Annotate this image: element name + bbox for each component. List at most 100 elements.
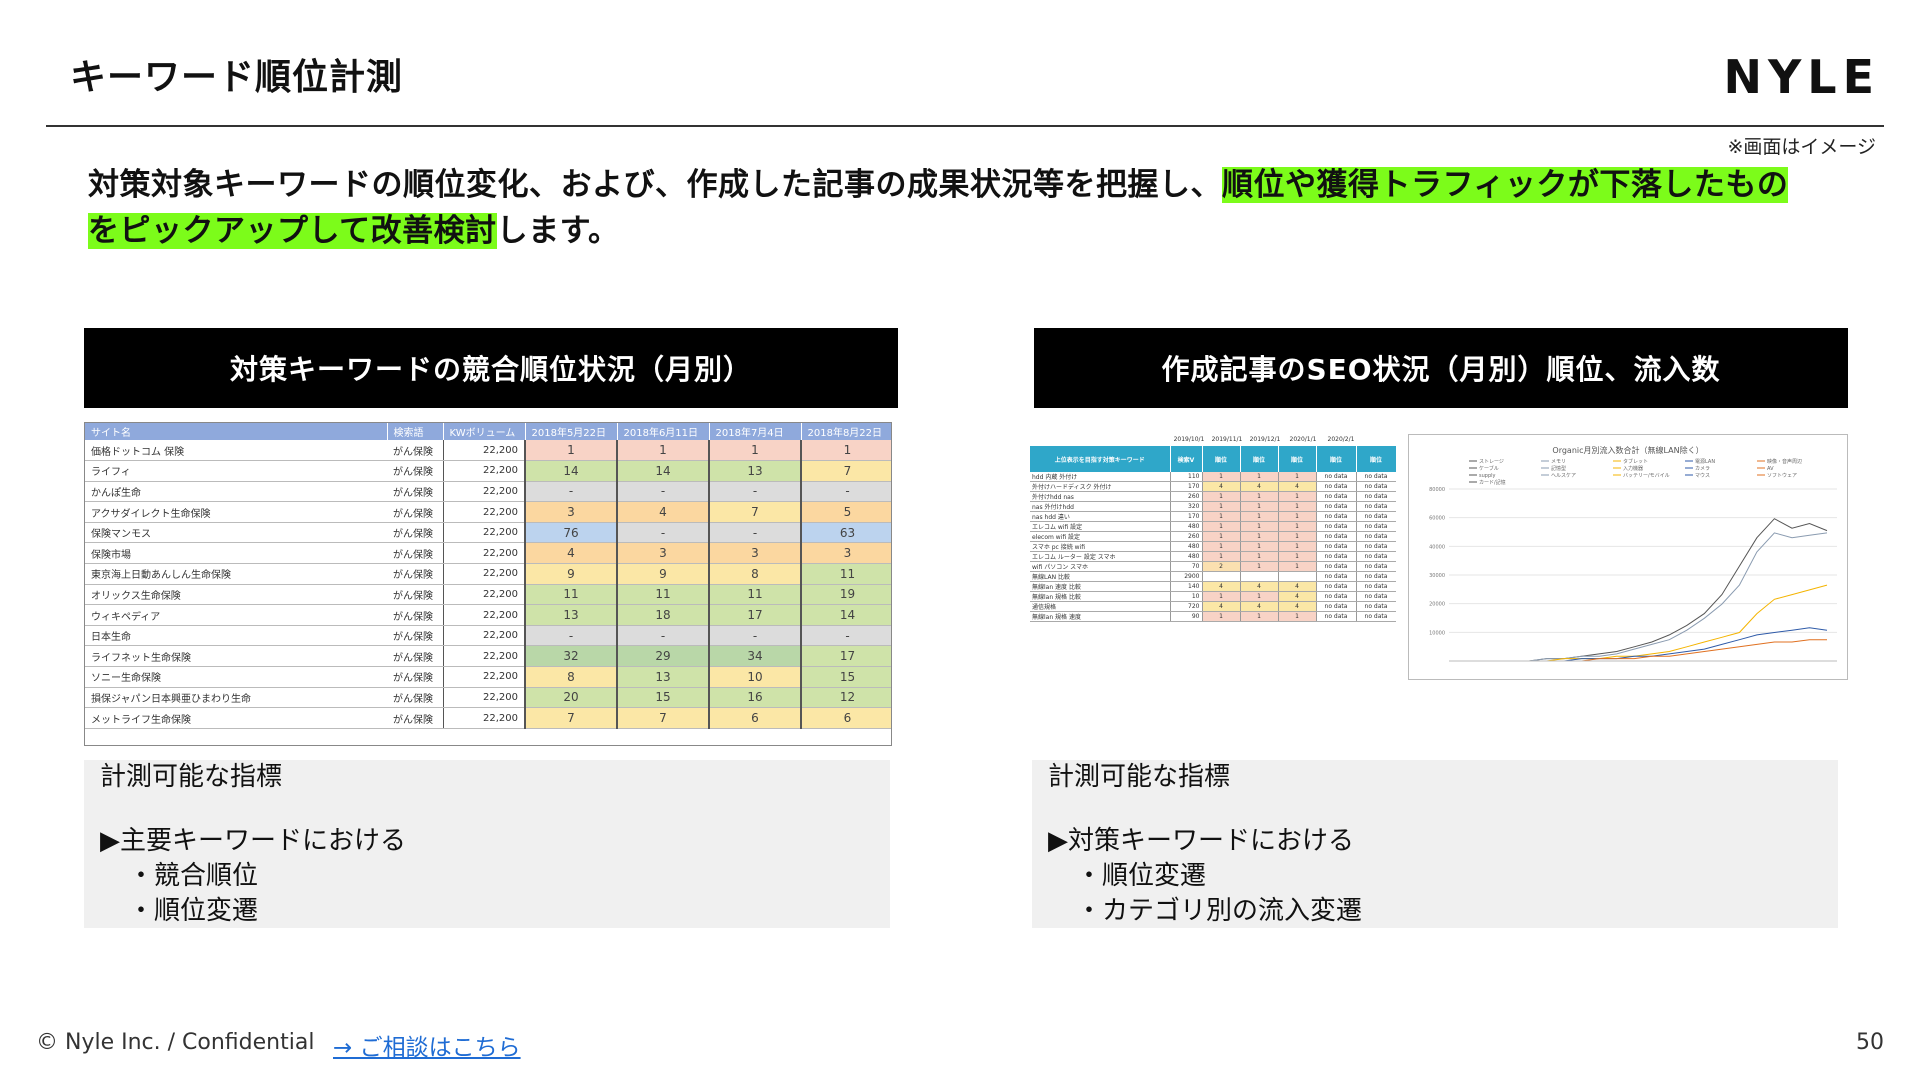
mini-cell: 1 xyxy=(1202,511,1241,522)
y-tick-label: 80000 xyxy=(1429,487,1445,493)
rank-cell: 14 xyxy=(524,460,617,482)
mini-cell: 4 xyxy=(1278,601,1317,612)
mini-cell: 1 xyxy=(1278,501,1317,512)
mini-table-row: 外付けhdd nas 260 1 1 1 no data no data xyxy=(1030,491,1396,502)
table-row: 保険市場 がん保険 22,200 4 3 3 3 xyxy=(85,542,891,565)
series-line xyxy=(1459,518,1828,662)
legend-label: 記憶型 xyxy=(1551,465,1566,472)
legend-label: マウス xyxy=(1695,472,1710,479)
mini-cell: 1 xyxy=(1240,501,1279,512)
mini-cell: 無線lan 規格 速度 xyxy=(1030,611,1171,622)
table-row: オリックス生命保険 がん保険 22,200 11 11 11 19 xyxy=(85,584,891,606)
rank-cell: 7 xyxy=(616,707,709,729)
right-metrics-group: ▶対策キーワードにおける xyxy=(1048,826,1354,856)
volume-cell: 22,200 xyxy=(442,604,526,626)
keyword-cell: がん保険 xyxy=(387,563,443,585)
mini-cell: 1 xyxy=(1202,551,1241,562)
right-panel-title: 作成記事のSEO状況（月別）順位、流入数 xyxy=(1034,328,1848,408)
mini-cell: no data xyxy=(1316,551,1357,562)
rank-cell: 11 xyxy=(708,584,801,606)
mini-cell: 320 xyxy=(1170,501,1203,512)
mini-cell: 4 xyxy=(1278,591,1317,602)
y-tick-label: 60000 xyxy=(1429,516,1445,522)
legend-label: カード/記憶 xyxy=(1479,479,1506,486)
mini-header-cell: 順位 xyxy=(1240,446,1279,472)
rank-cell: 5 xyxy=(800,501,891,523)
table-header-cell: 2018年7月4日 xyxy=(709,423,802,440)
site-name-cell: かんぽ生命 xyxy=(85,481,387,503)
mini-cell: 4 xyxy=(1202,601,1241,612)
table-row: メットライフ生命保険 がん保険 22,200 7 7 6 6 xyxy=(85,707,891,729)
mini-cell: no data xyxy=(1356,571,1396,582)
rank-cell: 18 xyxy=(616,604,709,626)
mini-cell: no data xyxy=(1356,591,1396,602)
left-metric-item: ・順位変遷 xyxy=(128,896,259,926)
mini-cell: 1 xyxy=(1202,611,1241,622)
mini-cell: エレコム wifi 設定 xyxy=(1030,521,1171,532)
rank-cell: 1 xyxy=(800,440,891,462)
volume-cell: 22,200 xyxy=(442,481,526,503)
mini-table-row: nas 外付けhdd 320 1 1 1 no data no data xyxy=(1030,501,1396,512)
rank-cell: 1 xyxy=(616,440,709,462)
keyword-cell: がん保険 xyxy=(387,604,443,626)
rank-cell: 4 xyxy=(524,542,617,565)
rank-cell: 7 xyxy=(708,501,801,523)
rank-cell: 6 xyxy=(800,707,891,729)
mini-cell: 1 xyxy=(1202,491,1241,502)
rank-cell: 3 xyxy=(616,542,709,565)
mini-cell: 1 xyxy=(1240,611,1279,622)
left-metrics-box: 計測可能な指標 ▶主要キーワードにおける ・競合順位 ・順位変遷 xyxy=(84,760,890,928)
nyle-logo: NYLE xyxy=(1723,50,1880,104)
mini-table-row: エレコム ルーター 設定 スマホ 480 1 1 1 no data no data xyxy=(1030,551,1396,562)
mini-table-row: 無線lan 規格 速度 90 1 1 1 no data no data xyxy=(1030,611,1396,622)
rank-cell: 19 xyxy=(800,584,891,606)
volume-cell: 22,200 xyxy=(442,501,526,523)
volume-cell: 22,200 xyxy=(442,645,526,668)
rank-cell: - xyxy=(616,481,709,503)
mini-header-cell: 順位 xyxy=(1202,446,1241,472)
table-row: ライフィ がん保険 22,200 14 14 13 7 xyxy=(85,460,891,482)
left-metric-item: ・競合順位 xyxy=(128,861,259,891)
date-label: 2020/1/1 xyxy=(1289,436,1317,443)
table-row: 日本生命 がん保険 22,200- - - - xyxy=(85,625,891,647)
mini-cell: 480 xyxy=(1170,551,1203,562)
volume-cell: 22,200 xyxy=(442,625,526,647)
mini-cell: 1 xyxy=(1240,491,1279,502)
date-label: 2020/2/1 xyxy=(1327,436,1355,443)
left-metrics-heading: 計測可能な指標 xyxy=(100,762,283,792)
mini-cell: no data xyxy=(1316,511,1357,522)
site-name-cell: ライフィ xyxy=(85,460,387,482)
organic-traffic-chart: Organic月別流入数合計（無線LAN除く） 80000 60000 40000 3… xyxy=(1408,434,1848,680)
mini-cell: 1 xyxy=(1202,472,1241,482)
table-header-cell: 2018年5月22日 xyxy=(525,423,618,440)
rank-cell: 7 xyxy=(800,460,891,482)
mini-cell: no data xyxy=(1356,501,1396,512)
volume-cell: 22,200 xyxy=(442,542,526,565)
mini-table-row: 無線lan 規格 比較 10 1 1 4 no data no data xyxy=(1030,591,1396,602)
table-row: 保険マンモス がん保険 22,200 76- -63 xyxy=(85,522,891,544)
mini-table-row: スマホ pc 接続 wifi 480 1 1 1 no data no data xyxy=(1030,541,1396,552)
mini-cell: no data xyxy=(1356,481,1396,492)
rank-cell: 15 xyxy=(616,687,709,709)
mini-cell: no data xyxy=(1316,472,1357,482)
contact-link[interactable]: → ご相談はこちら xyxy=(333,1028,521,1062)
mini-cell: no data xyxy=(1316,481,1357,492)
legend-label: カメラ xyxy=(1695,466,1710,472)
mini-cell: 1 xyxy=(1240,561,1279,572)
table-row: 東京海上日動あんしん生命保険 がん保険 22,200 9 9 8 11 xyxy=(85,563,891,585)
mini-table-row: エレコム wifi 設定 480 1 1 1 no data no data xyxy=(1030,521,1396,532)
keyword-cell: がん保険 xyxy=(387,460,443,482)
y-tick-label: 30000 xyxy=(1429,573,1445,579)
chart-svg: 80000 60000 40000 30000 20000 10000 ストレージ メモリ タブ… xyxy=(1429,458,1837,662)
rank-cell: 76 xyxy=(524,522,617,544)
keyword-cell: がん保険 xyxy=(387,584,443,606)
keyword-cell: がん保険 xyxy=(387,440,443,462)
rank-cell: - xyxy=(708,481,801,503)
rank-cell: 15 xyxy=(800,666,891,688)
mini-cell: no data xyxy=(1316,591,1357,602)
mini-cell: 1 xyxy=(1278,541,1317,552)
mini-cell: 480 xyxy=(1170,521,1203,532)
site-name-cell: 保険市場 xyxy=(85,542,387,565)
rank-cell: 13 xyxy=(708,460,801,482)
rank-cell: 3 xyxy=(708,542,801,565)
